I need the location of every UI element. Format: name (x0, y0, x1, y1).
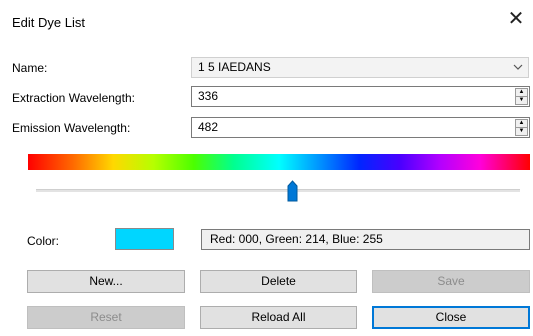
save-button[interactable]: Save (372, 270, 530, 293)
window-title: Edit Dye List (12, 15, 85, 30)
emission-wavelength-label: Emission Wavelength: (12, 121, 131, 135)
spin-up-icon[interactable]: ▲ (516, 89, 527, 96)
chevron-down-icon[interactable] (513, 58, 523, 84)
close-button[interactable]: Close (372, 306, 530, 329)
delete-button[interactable]: Delete (200, 270, 357, 293)
spin-down-icon[interactable]: ▼ (516, 128, 527, 135)
extraction-wavelength-label: Extraction Wavelength: (12, 91, 135, 105)
extraction-spinner[interactable]: ▲ ▼ (515, 88, 528, 105)
name-value: 1 5 IAEDANS (198, 60, 271, 74)
spin-up-icon[interactable]: ▲ (516, 120, 527, 127)
emission-wavelength-field[interactable]: 482 ▲ ▼ (191, 117, 530, 138)
wavelength-slider-track[interactable] (36, 189, 520, 192)
name-label: Name: (12, 61, 48, 75)
emission-wavelength-value: 482 (198, 120, 219, 134)
reset-button[interactable]: Reset (27, 306, 185, 329)
new-button[interactable]: New... (27, 270, 185, 293)
extraction-wavelength-field[interactable]: 336 ▲ ▼ (191, 86, 530, 107)
reload-all-button[interactable]: Reload All (200, 306, 357, 329)
spin-down-icon[interactable]: ▼ (516, 97, 527, 104)
rgb-readout: Red: 000, Green: 214, Blue: 255 (201, 229, 530, 250)
close-icon[interactable]: ✕ (505, 8, 527, 30)
color-swatch-button[interactable] (115, 228, 174, 250)
name-dropdown[interactable]: 1 5 IAEDANS (191, 57, 529, 78)
extraction-wavelength-value: 336 (198, 89, 219, 103)
color-spectrum-bar (28, 154, 530, 170)
wavelength-slider-thumb[interactable] (287, 180, 298, 202)
color-label: Color: (27, 234, 60, 248)
emission-spinner[interactable]: ▲ ▼ (515, 119, 528, 136)
